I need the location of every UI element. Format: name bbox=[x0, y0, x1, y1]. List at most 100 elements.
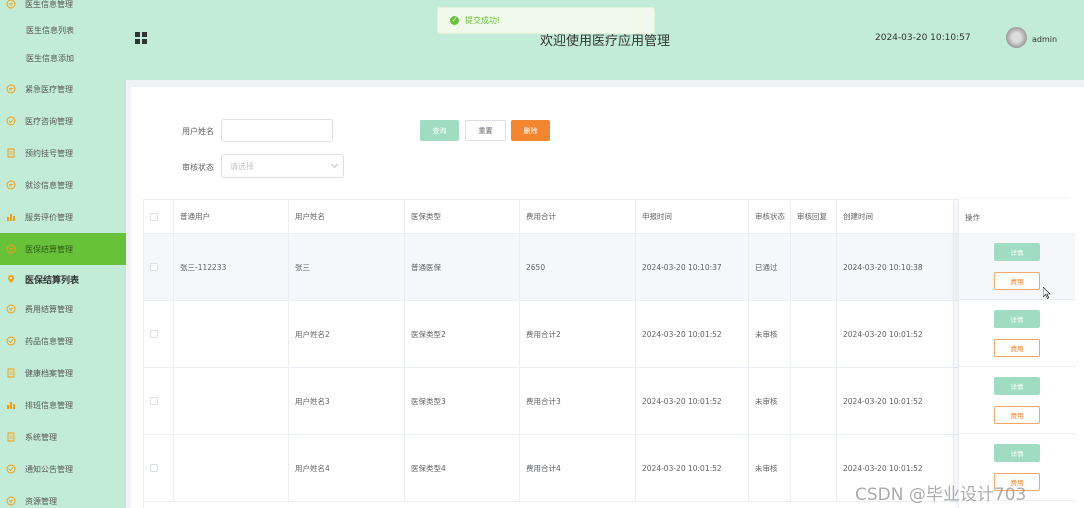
sidebar-item[interactable]: 医保结算管理 bbox=[0, 233, 126, 265]
query-button[interactable]: 查询 bbox=[420, 120, 459, 141]
chat-icon bbox=[6, 84, 16, 94]
reset-button[interactable]: 重置 bbox=[465, 120, 506, 141]
sidebar-item[interactable]: 医疗咨询管理 bbox=[0, 105, 126, 137]
chat-icon bbox=[6, 0, 16, 9]
table-row[interactable]: 用户姓名2 医保类型2 费用合计2 2024-03-20 10:01:52 未审核 202… bbox=[144, 301, 1075, 368]
sidebar-item-label: 医生信息列表 bbox=[26, 25, 74, 35]
detail-button[interactable]: 详情 bbox=[994, 377, 1040, 395]
table-cell-apply_time: 2024-03-20 10:01:52 bbox=[636, 301, 749, 367]
table-cell-total: 费用合计4 bbox=[520, 435, 636, 501]
table-row[interactable]: 用户姓名3 医保类型3 费用合计3 2024-03-20 10:01:52 未审核 202… bbox=[144, 368, 1075, 435]
status-label: 审核状态 bbox=[182, 163, 214, 172]
sidebar-item[interactable]: 医生信息添加 bbox=[0, 42, 126, 74]
delete-button[interactable]: 删除 bbox=[511, 120, 550, 141]
sidebar-item-label: 药品信息管理 bbox=[25, 336, 73, 346]
table-header-row: 普通用户用户姓名医保类型费用合计申报时间审核状态审核回复创建时间记 bbox=[144, 200, 1075, 234]
sidebar-item[interactable]: 就诊信息管理 bbox=[0, 169, 126, 201]
sidebar-item[interactable]: 医保结算列表 bbox=[0, 263, 126, 295]
chat-icon bbox=[6, 180, 16, 190]
select-all-cell bbox=[144, 200, 174, 233]
column-header: 申报时间 bbox=[636, 200, 749, 233]
table-cell-status: 未审核 bbox=[749, 435, 791, 501]
row-select-cell bbox=[144, 368, 174, 434]
sidebar-item[interactable]: 系统管理 bbox=[0, 421, 126, 453]
row-checkbox[interactable] bbox=[150, 263, 158, 271]
fee-button[interactable]: 费用 bbox=[994, 339, 1040, 357]
sidebar-item[interactable]: 药品信息管理 bbox=[0, 325, 126, 357]
row-select-cell bbox=[144, 435, 174, 501]
fee-button[interactable]: 费用 bbox=[994, 406, 1040, 424]
sidebar-item-label: 医疗咨询管理 bbox=[25, 116, 73, 126]
table-cell-reply bbox=[791, 301, 837, 367]
sidebar-item[interactable]: 健康档案管理 bbox=[0, 357, 126, 389]
username-label: 用户姓名 bbox=[182, 127, 214, 136]
actions-column: 操作 详情 费用 详情 费用 详情 费用 详情 费用 bbox=[958, 199, 1075, 508]
sidebar-item-label: 服务评价管理 bbox=[25, 212, 73, 222]
sidebar-item[interactable]: 紧急医疗管理 bbox=[0, 73, 126, 105]
table-cell-user bbox=[174, 435, 289, 501]
status-select[interactable]: 请选择 bbox=[221, 154, 344, 178]
main-content: 用户姓名 查询 重置 删除 审核状态 请选择 普通用户 用户姓名 医保类型 费用合计申… bbox=[131, 87, 1084, 508]
table-cell-status: 未审核 bbox=[749, 368, 791, 434]
username[interactable]: admin bbox=[1032, 35, 1057, 44]
column-header: 审核回复 bbox=[791, 200, 837, 233]
sidebar-item[interactable]: 资源管理 bbox=[0, 485, 126, 508]
row-checkbox[interactable] bbox=[150, 397, 158, 405]
document-icon bbox=[6, 432, 16, 442]
check-circle-icon bbox=[6, 116, 16, 126]
table-cell-reply bbox=[791, 368, 837, 434]
table-cell-user: 张三-112233 bbox=[174, 234, 289, 300]
row-checkbox[interactable] bbox=[150, 464, 158, 472]
row-checkbox[interactable] bbox=[150, 330, 158, 338]
table-cell-type: 普通医保 bbox=[405, 234, 520, 300]
column-header: 医保类型 bbox=[405, 200, 520, 233]
table-cell-type: 医保类型4 bbox=[405, 435, 520, 501]
current-datetime: 2024-03-20 10:10:57 bbox=[875, 33, 971, 43]
sidebar-item[interactable]: 排班信息管理 bbox=[0, 389, 126, 421]
table-cell-type: 医保类型2 bbox=[405, 301, 520, 367]
sidebar-item-label: 医保结算管理 bbox=[25, 244, 73, 254]
sidebar-item-label: 费用结算管理 bbox=[25, 304, 73, 314]
avatar[interactable] bbox=[1006, 27, 1027, 48]
document-icon bbox=[6, 148, 16, 158]
table-row[interactable]: 张三-112233 张三 普通医保 2650 2024-03-20 10:10:37 已通… bbox=[144, 234, 1075, 301]
sidebar-item[interactable]: 预约挂号管理 bbox=[0, 137, 126, 169]
table-cell-name: 用户姓名3 bbox=[289, 368, 405, 434]
table-cell-name: 张三 bbox=[289, 234, 405, 300]
sidebar-item[interactable]: 服务评价管理 bbox=[0, 201, 126, 233]
sidebar-item-label: 医生信息添加 bbox=[26, 53, 74, 63]
table-cell-created: 2024-03-20 10:10:38 bbox=[837, 234, 954, 300]
document-icon bbox=[6, 368, 16, 378]
table-cell-reply bbox=[791, 234, 837, 300]
location-icon bbox=[6, 274, 16, 284]
fee-button[interactable]: 费用 bbox=[994, 272, 1040, 290]
table-cell-apply_time: 2024-03-20 10:01:52 bbox=[636, 435, 749, 501]
watermark: CSDN @毕业设计703 bbox=[855, 485, 1027, 505]
sidebar-item[interactable]: 通知公告管理 bbox=[0, 453, 126, 485]
success-check-icon: ✓ bbox=[450, 16, 459, 25]
select-all-checkbox[interactable] bbox=[150, 212, 158, 221]
chat-icon bbox=[6, 244, 16, 254]
sidebar-item[interactable]: 费用结算管理 bbox=[0, 293, 126, 325]
table-cell-total: 费用合计3 bbox=[520, 368, 636, 434]
table-cell-apply_time: 2024-03-20 10:10:37 bbox=[636, 234, 749, 300]
row-select-cell bbox=[144, 301, 174, 367]
column-header: 普通用户 bbox=[174, 200, 289, 233]
table-cell-status: 未审核 bbox=[749, 301, 791, 367]
username-search-input[interactable] bbox=[221, 119, 333, 142]
table-cell-name: 用户姓名4 bbox=[289, 435, 405, 501]
detail-button[interactable]: 详情 bbox=[994, 310, 1040, 328]
table-cell-total: 2650 bbox=[520, 234, 636, 300]
row-select-cell bbox=[144, 234, 174, 300]
column-header: 用户姓名 bbox=[289, 200, 405, 233]
table-cell-created: 2024-03-20 10:01:52 bbox=[837, 301, 954, 367]
detail-button[interactable]: 详情 bbox=[994, 444, 1040, 462]
detail-button[interactable]: 详情 bbox=[994, 243, 1040, 261]
success-toast: ✓ 提交成功! bbox=[437, 7, 655, 34]
table-cell-type: 医保类型3 bbox=[405, 368, 520, 434]
column-header: 审核状态 bbox=[749, 200, 791, 233]
bar-chart-icon bbox=[6, 212, 16, 222]
sidebar-item-label: 医生信息管理 bbox=[25, 0, 73, 9]
sidebar-item-label: 紧急医疗管理 bbox=[25, 84, 73, 94]
sidebar-item-label: 通知公告管理 bbox=[25, 464, 73, 474]
